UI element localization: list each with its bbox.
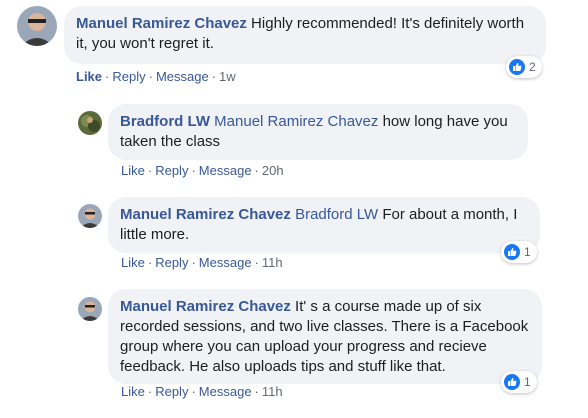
thumbs-up-icon [509,59,525,75]
timestamp[interactable]: 11h [262,255,283,270]
separator: · [191,384,196,399]
avatar[interactable] [78,297,102,321]
avatar[interactable] [17,6,57,46]
comment-actions: Like · Reply · Message · 11h [121,255,283,270]
separator: · [254,384,259,399]
separator: · [254,163,259,178]
timestamp[interactable]: 11h [262,384,283,399]
comment-bubble: Manuel Ramirez Chavez Bradford LW For ab… [108,197,540,253]
comment-author[interactable]: Manuel Ramirez Chavez [120,298,291,315]
reply-link[interactable]: Reply [155,255,188,270]
message-link[interactable]: Message [199,163,252,178]
comment-bubble: Manuel Ramirez Chavez It' s a course mad… [108,289,542,384]
reply-link[interactable]: Reply [155,163,188,178]
separator: · [147,384,153,399]
message-link[interactable]: Message [199,384,252,399]
reaction-count[interactable]: 1 [501,371,537,393]
comment-bubble: Bradford LW Manuel Ramirez Chavez how lo… [108,104,528,160]
mention-link[interactable]: Bradford LW [295,206,378,223]
reply-link[interactable]: Reply [112,69,145,84]
like-link[interactable]: Like [76,69,102,84]
comment-thread: Manuel Ramirez Chavez Highly recommended… [0,0,588,418]
timestamp[interactable]: 1w [219,69,236,84]
mention-link[interactable]: Manuel Ramirez Chavez [214,113,378,130]
reaction-count-label: 1 [524,375,531,389]
separator: · [105,69,110,84]
separator: · [147,163,153,178]
separator: · [148,69,153,84]
reaction-count[interactable]: 2 [506,56,542,78]
thumbs-up-icon [504,374,520,390]
separator: · [147,255,153,270]
reaction-count-label: 1 [524,245,531,259]
timestamp[interactable]: 20h [262,163,284,178]
avatar[interactable] [78,111,102,135]
comment-author[interactable]: Manuel Ramirez Chavez [76,15,247,32]
separator: · [191,255,196,270]
separator: · [191,163,196,178]
reaction-count[interactable]: 1 [501,241,537,263]
separator: · [211,69,217,84]
separator: · [254,255,259,270]
comment-actions: Like · Reply · Message · 11h [121,384,283,399]
like-link[interactable]: Like [121,384,145,399]
comment-actions: Like · Reply · Message · 1w [76,69,236,84]
reply-link[interactable]: Reply [155,384,188,399]
comment-actions: Like · Reply · Message · 20h [121,163,284,178]
reaction-count-label: 2 [529,60,536,74]
thumbs-up-icon [504,244,520,260]
message-link[interactable]: Message [199,255,252,270]
like-link[interactable]: Like [121,163,145,178]
message-link[interactable]: Message [156,69,209,84]
comment-bubble: Manuel Ramirez Chavez Highly recommended… [64,6,546,64]
comment-author[interactable]: Manuel Ramirez Chavez [120,206,291,223]
avatar[interactable] [78,204,102,228]
comment-author[interactable]: Bradford LW [120,113,210,130]
like-link[interactable]: Like [121,255,145,270]
